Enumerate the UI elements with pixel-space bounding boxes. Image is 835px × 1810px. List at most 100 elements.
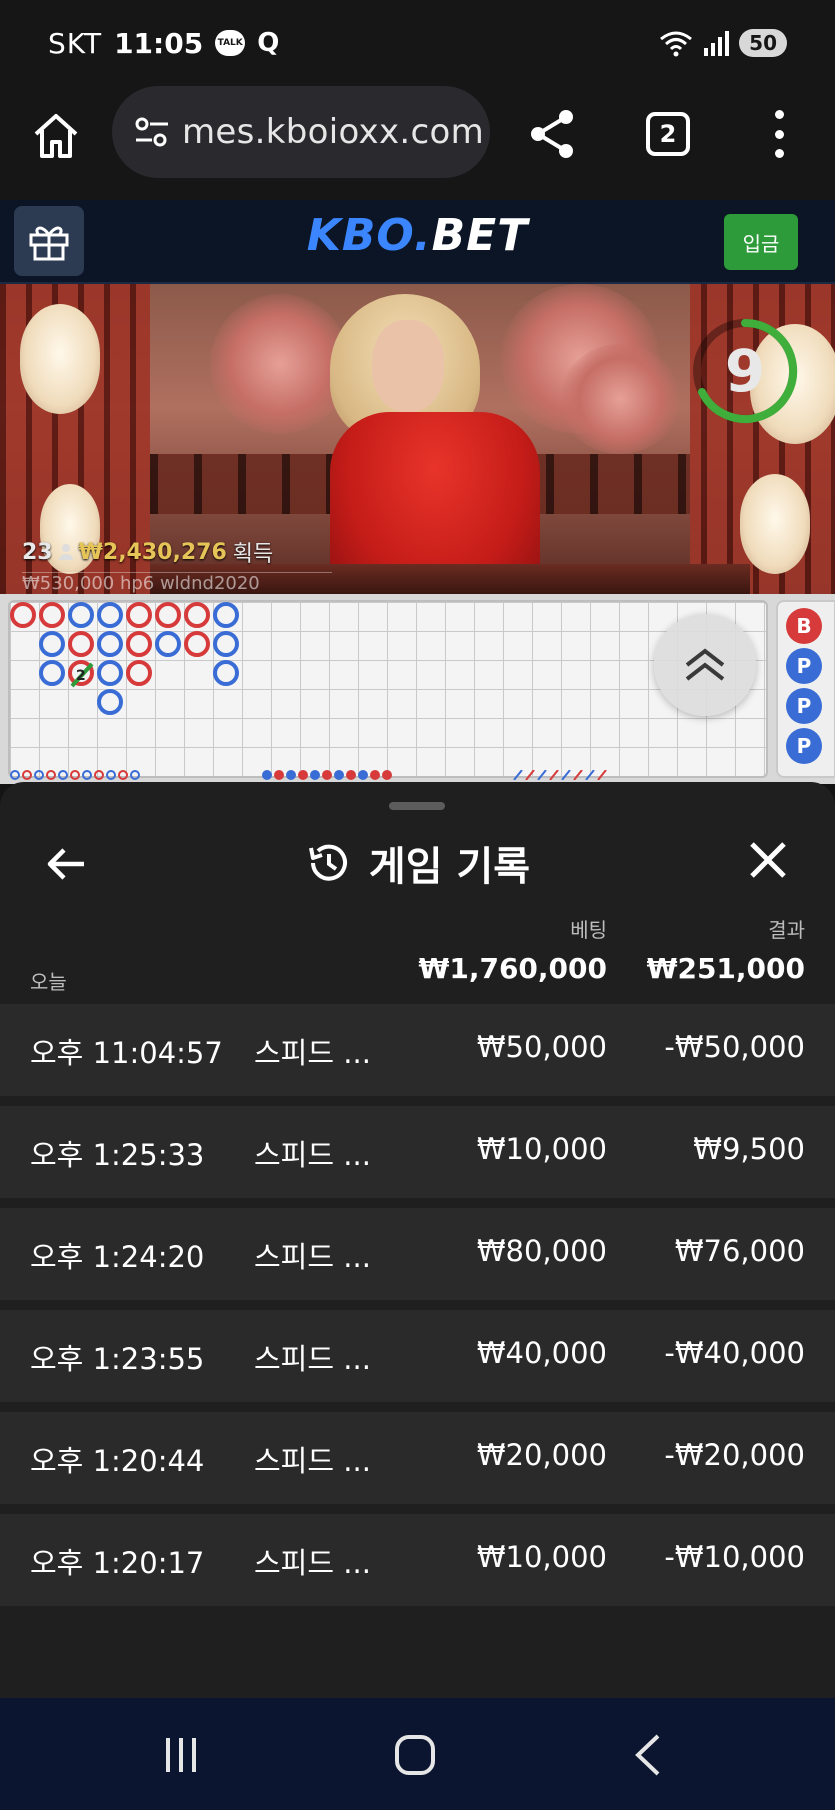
row-bet: ₩80,000 [476,1234,607,1268]
history-row[interactable]: 오후 1:20:44 스피드 ... ₩20,000 -₩20,000 [0,1412,835,1504]
lantern-decoration [740,474,810,574]
banker-ring [155,602,181,628]
close-icon[interactable] [744,836,792,884]
banker-ring [126,660,152,686]
share-icon[interactable] [528,108,576,160]
blossom-decoration [560,344,680,454]
expand-up-button[interactable] [654,614,756,716]
row-game: 스피드 ... [254,1240,371,1274]
bead-road-grid: 2 [8,600,768,778]
site-header: KBO.BET 입금 [0,200,835,284]
row-bet: ₩40,000 [476,1336,607,1370]
site-logo[interactable]: KBO.BET [0,210,835,261]
small-road-preview [10,770,140,780]
winners-summary: 23 ₩2,430,276 획득 [22,536,273,568]
banker-ring [126,602,152,628]
player-ring [97,660,123,686]
status-bar: SKT 11:05 TALK Q 50 [0,0,835,86]
url-text[interactable]: mes.kboioxx.com [182,112,484,152]
banker-ring [10,602,36,628]
player-ring [97,631,123,657]
bet-shoe-panel: B P P P [776,600,835,778]
wifi-icon [660,31,693,57]
recent-apps-icon[interactable] [156,1732,206,1778]
dealer-face [372,320,444,412]
player-chip: P [786,648,822,684]
lantern-decoration [20,304,100,414]
history-row[interactable]: 오후 1:23:55 스피드 ... ₩40,000 -₩40,000 [0,1310,835,1402]
banker-ring [126,631,152,657]
winner-suffix: 획득 [232,542,274,567]
row-result: ₩9,500 [693,1132,805,1166]
history-list: 오후 11:04:57 스피드 ... ₩50,000 -₩50,000 오후 … [0,1004,835,1616]
row-time: 오후 11:04:57 [30,1036,223,1070]
winner-amount: ₩2,430,276 [78,539,227,565]
game-history-sheet: 게임 기록 베팅 결과 오늘 ₩1,760,000 ₩251,000 오후 11… [0,782,835,1698]
deposit-button[interactable]: 입금 [724,214,798,270]
row-bet: ₩20,000 [476,1438,607,1472]
status-right: 50 [659,29,787,57]
row-result: -₩20,000 [664,1438,805,1472]
row-game: 스피드 ... [254,1342,371,1376]
result-column-header: 결과 [768,918,805,942]
countdown-number: 9 [724,337,766,405]
row-time: 오후 1:25:33 [30,1138,205,1172]
row-time: 오후 1:20:44 [30,1444,205,1478]
player-ring [213,631,239,657]
bet-column-header: 베팅 [570,918,607,942]
total-bet: ₩1,760,000 [418,952,607,985]
live-dealer-video: 9 23 ₩2,430,276 획득 ₩530,000 hp6 wldnd202… [0,284,835,594]
winner-count: 23 [22,539,53,565]
player-ring [155,631,181,657]
battery-indicator: 50 [739,29,787,57]
more-menu-icon[interactable] [770,110,788,158]
tie-marker: 2 [70,662,94,688]
total-result: ₩251,000 [646,952,805,985]
today-label: 오늘 [30,970,67,994]
sheet-drag-handle[interactable] [389,802,445,810]
system-nav-bar [0,1698,835,1810]
address-bar[interactable]: mes.kboioxx.com [112,86,490,178]
back-nav-icon[interactable] [624,1732,674,1778]
user-icon [58,544,73,560]
row-bet: ₩50,000 [476,1030,607,1064]
history-row[interactable]: 오후 1:20:17 스피드 ... ₩10,000 -₩10,000 [0,1514,835,1606]
home-icon[interactable] [30,110,82,162]
player-ring [97,689,123,715]
cockroach-road-preview [513,770,607,780]
row-game: 스피드 ... [254,1138,371,1172]
row-game: 스피드 ... [254,1546,371,1580]
sheet-title: 게임 기록 [0,834,835,892]
blossom-decoration [210,294,350,434]
signal-icon [704,31,730,56]
row-result: ₩76,000 [674,1234,805,1268]
row-game: 스피드 ... [254,1444,371,1478]
status-left: SKT 11:05 TALK Q [48,27,279,60]
history-row[interactable]: 오후 11:04:57 스피드 ... ₩50,000 -₩50,000 [0,1004,835,1096]
winner-ticker: ₩530,000 hp6 wldnd2020 [22,572,332,594]
player-ring [68,602,94,628]
big-eye-road-preview [262,770,392,780]
history-row[interactable]: 오후 1:25:33 스피드 ... ₩10,000 ₩9,500 [0,1106,835,1198]
tab-switcher-button[interactable]: 2 [646,112,690,156]
player-chip: P [786,688,822,724]
row-result: -₩50,000 [664,1030,805,1064]
banker-ring [184,631,210,657]
player-ring [213,602,239,628]
banker-ring [68,631,94,657]
status-clock: 11:05 [114,26,204,60]
row-time: 오후 1:23:55 [30,1342,205,1376]
row-time: 오후 1:20:17 [30,1546,205,1580]
player-ring [39,660,65,686]
site-settings-icon[interactable] [132,112,172,152]
row-result: -₩40,000 [664,1336,805,1370]
double-chevron-up-icon [685,648,725,681]
history-row[interactable]: 오후 1:24:20 스피드 ... ₩80,000 ₩76,000 [0,1208,835,1300]
sheet-title-text: 게임 기록 [368,844,531,890]
home-nav-icon[interactable] [390,1732,440,1778]
baccarat-roadmap: 2 B P P P [0,594,835,784]
banker-ring [184,602,210,628]
notification-q-icon: Q [257,28,280,58]
browser-toolbar: mes.kboioxx.com 2 [0,86,835,200]
tie-count: 2 [76,668,86,684]
